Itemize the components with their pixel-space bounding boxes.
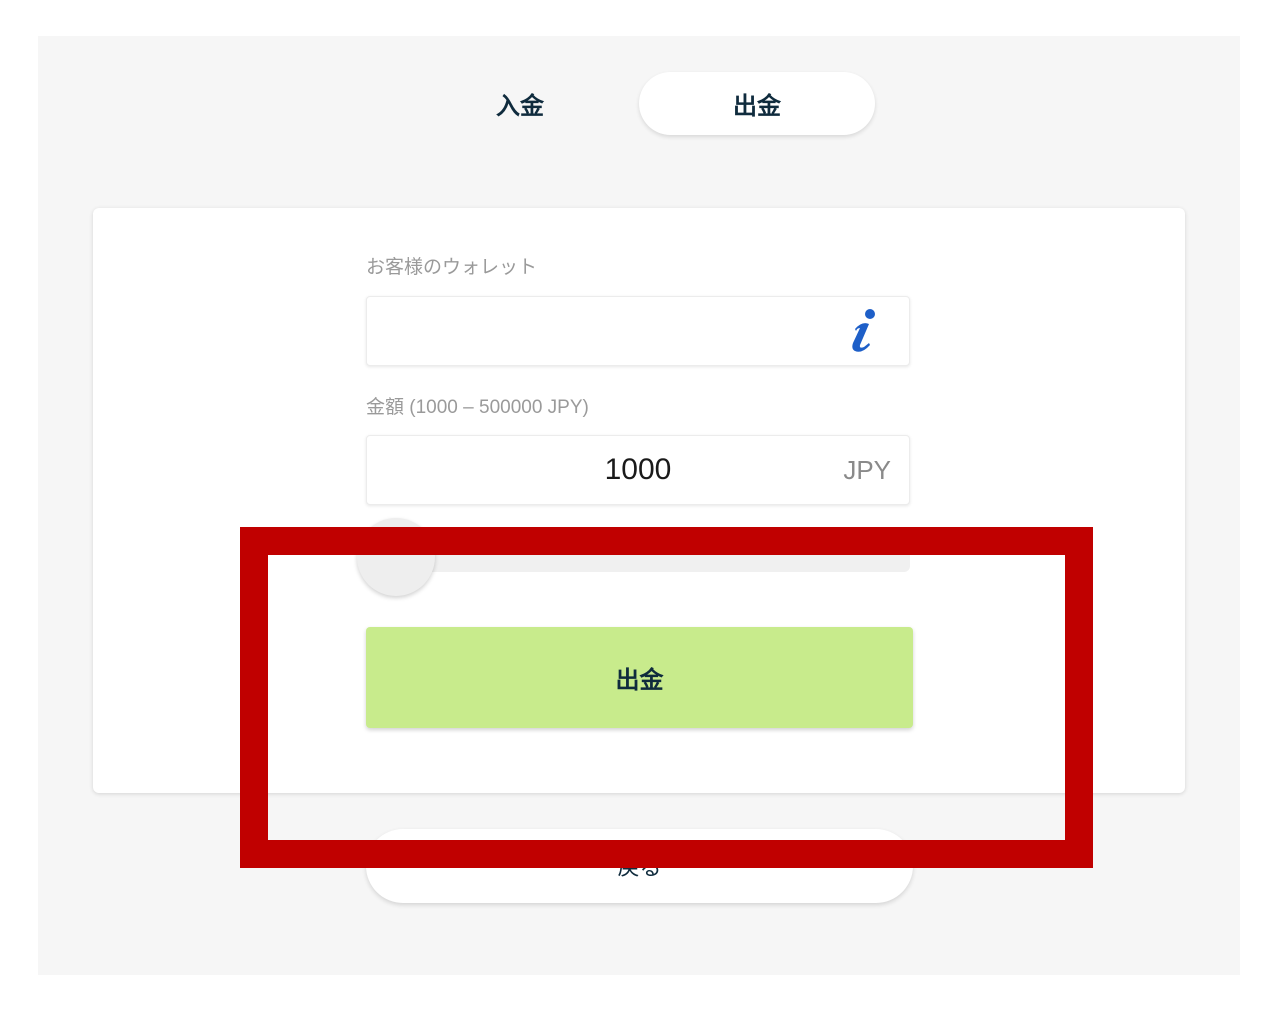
currency-suffix: JPY (843, 454, 891, 485)
amount-slider-track[interactable] (366, 530, 910, 572)
withdraw-submit-button[interactable]: 出金 (366, 627, 913, 728)
amount-label: 金額 (1000 – 500000 JPY) (366, 397, 589, 418)
info-icon[interactable] (845, 307, 885, 355)
amount-slider-thumb[interactable] (357, 518, 435, 596)
amount-input[interactable]: 1000 JPY (366, 435, 910, 505)
wallet-input[interactable] (366, 296, 910, 366)
tab-deposit[interactable]: 入金 (402, 72, 638, 135)
back-button[interactable]: 戻る (366, 829, 913, 903)
tab-withdraw[interactable]: 出金 (639, 72, 875, 135)
wallet-label: お客様のウォレット (366, 257, 538, 278)
amount-value: 1000 (604, 453, 672, 486)
